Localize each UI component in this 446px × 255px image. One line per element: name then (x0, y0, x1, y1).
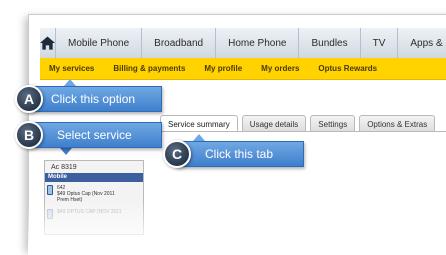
callout-b: B Select service (15, 121, 162, 149)
service-item-text: 642 $49 Optus Cap (Nov 2011 Prem Hset) (57, 185, 115, 203)
callout-c-badge: C (163, 140, 191, 168)
tab-options-extras[interactable]: Options & Extras (359, 115, 436, 132)
home-button[interactable] (40, 28, 56, 58)
service-selector-panel: Ac 8319 Mobile 642 $49 Optus Cap (Nov 20… (44, 160, 144, 235)
callout-b-pointer (60, 148, 72, 155)
callout-a-text: Click this option (51, 92, 136, 106)
nav-tv[interactable]: TV (361, 28, 399, 58)
callout-a-badge: A (15, 85, 43, 113)
tab-service-summary[interactable]: Service summary (160, 115, 238, 132)
callout-b-badge: B (15, 121, 43, 149)
top-nav: Mobile Phone Broadband Home Phone Bundle… (40, 28, 446, 58)
nav-home-phone[interactable]: Home Phone (216, 28, 300, 58)
nav-broadband[interactable]: Broadband (142, 28, 217, 58)
subnav-optus-rewards[interactable]: Optus Rewards (318, 64, 377, 73)
mobile-phone-icon (47, 209, 53, 219)
service-item-text: $49 OPTUS CAP (NOV 2011 (57, 209, 122, 215)
callout-a-pointer (64, 79, 76, 86)
tab-settings[interactable]: Settings (310, 115, 356, 132)
account-number-label: Ac 8319 (51, 164, 77, 171)
tab-usage-details[interactable]: Usage details (241, 115, 307, 132)
home-icon (40, 36, 55, 50)
callout-c-text: Click this tab (205, 147, 274, 161)
nav-apps[interactable]: Apps & (398, 28, 446, 58)
tabs-divider (152, 131, 446, 132)
service-item[interactable]: $49 OPTUS CAP (NOV 2011 (47, 209, 142, 219)
nav-bundles[interactable]: Bundles (299, 28, 361, 58)
subnav-my-orders[interactable]: My orders (261, 64, 299, 73)
service-item[interactable]: 642 $49 Optus Cap (Nov 2011 Prem Hset) (47, 185, 142, 203)
subnav-billing-payments[interactable]: Billing & payments (113, 64, 185, 73)
mobile-phone-icon (47, 185, 53, 195)
callout-c-pointer (193, 134, 205, 141)
callout-a: A Click this option (15, 85, 162, 113)
subnav-my-services[interactable]: My services (49, 64, 94, 73)
mobile-section-header: Mobile (45, 173, 143, 182)
content-tabs: Service summary Usage details Settings O… (160, 115, 446, 132)
subnav-my-profile[interactable]: My profile (204, 64, 242, 73)
callout-b-text: Select service (57, 128, 132, 142)
sub-nav: My services Billing & payments My profil… (40, 58, 446, 80)
callout-c: C Click this tab (163, 140, 304, 168)
nav-mobile-phone[interactable]: Mobile Phone (56, 28, 143, 58)
